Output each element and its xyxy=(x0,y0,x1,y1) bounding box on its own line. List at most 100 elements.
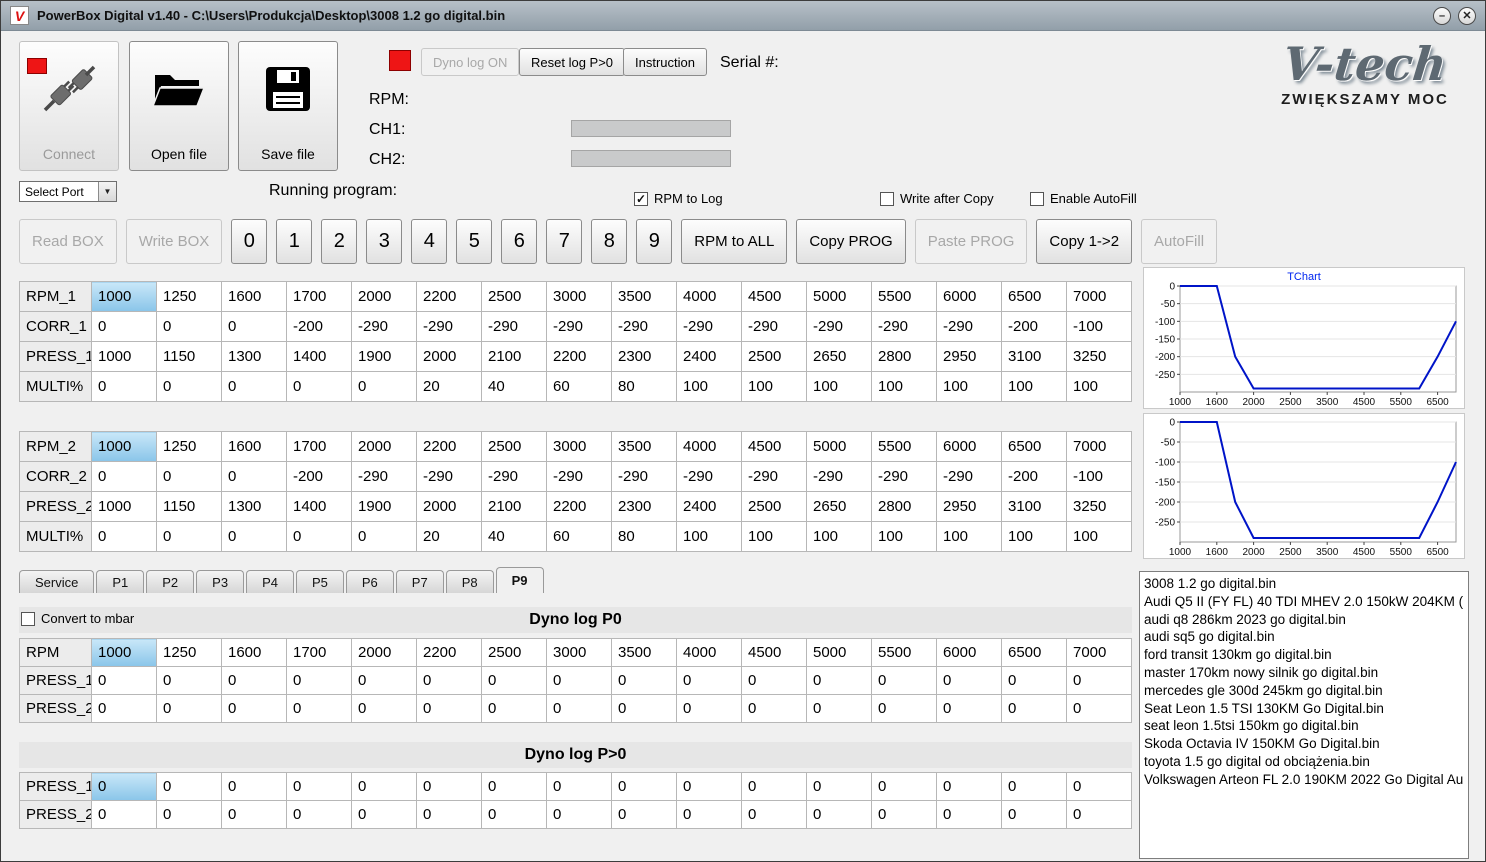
cell[interactable]: 1150 xyxy=(156,491,222,522)
digit-1-button[interactable]: 1 xyxy=(276,219,313,264)
cell[interactable]: 100 xyxy=(871,371,937,402)
cell[interactable]: -200 xyxy=(1001,311,1067,342)
cell[interactable]: 0 xyxy=(351,772,417,801)
cell[interactable]: 0 xyxy=(481,666,547,695)
cell[interactable]: 2500 xyxy=(481,638,547,667)
cell[interactable]: 0 xyxy=(221,371,287,402)
cell[interactable]: 0 xyxy=(221,800,287,829)
cell[interactable]: 3500 xyxy=(611,638,677,667)
cell[interactable]: 0 xyxy=(351,521,417,552)
cell[interactable]: 0 xyxy=(351,694,417,723)
cell[interactable]: 100 xyxy=(936,521,1002,552)
cell[interactable]: 0 xyxy=(1001,694,1067,723)
cell[interactable]: 0 xyxy=(351,800,417,829)
save-file-button[interactable]: Save file xyxy=(238,41,338,171)
cell[interactable]: 1000 xyxy=(91,638,157,667)
cell[interactable]: 0 xyxy=(936,800,1002,829)
write-after-copy-checkbox[interactable]: Write after Copy xyxy=(880,191,994,206)
cell[interactable]: 0 xyxy=(1066,772,1132,801)
cell[interactable]: 0 xyxy=(1066,800,1132,829)
cell[interactable]: 2200 xyxy=(416,281,482,312)
cell[interactable]: 0 xyxy=(611,772,677,801)
cell[interactable]: 1400 xyxy=(286,491,352,522)
cell[interactable]: 100 xyxy=(806,521,872,552)
cell[interactable]: 0 xyxy=(221,694,287,723)
digit-3-button[interactable]: 3 xyxy=(366,219,403,264)
cell[interactable]: -200 xyxy=(286,311,352,342)
cell[interactable]: 4000 xyxy=(676,638,742,667)
cell[interactable]: 2950 xyxy=(936,491,1002,522)
cell[interactable]: -290 xyxy=(936,461,1002,492)
cell[interactable]: 5000 xyxy=(806,638,872,667)
cell[interactable]: 6000 xyxy=(936,431,1002,462)
cell[interactable]: 0 xyxy=(741,772,807,801)
tab-p9[interactable]: P9 xyxy=(495,567,544,593)
tab-p3[interactable]: P3 xyxy=(196,570,245,593)
digit-0-button[interactable]: 0 xyxy=(231,219,268,264)
file-list-item[interactable]: Skoda Octavia IV 150KM Go Digital.bin xyxy=(1144,735,1464,753)
cell[interactable]: 0 xyxy=(416,666,482,695)
cell[interactable]: 1250 xyxy=(156,638,222,667)
cell[interactable]: 0 xyxy=(351,666,417,695)
tab-p8[interactable]: P8 xyxy=(445,570,494,593)
cell[interactable]: 1400 xyxy=(286,341,352,372)
cell[interactable]: 0 xyxy=(156,800,222,829)
chevron-down-icon[interactable]: ▼ xyxy=(98,182,116,201)
cell[interactable]: 0 xyxy=(286,521,352,552)
cell[interactable]: 0 xyxy=(221,521,287,552)
cell[interactable]: 1700 xyxy=(286,431,352,462)
cell[interactable]: 2200 xyxy=(416,638,482,667)
cell[interactable]: 2500 xyxy=(481,431,547,462)
cell[interactable]: 100 xyxy=(936,371,1002,402)
cell[interactable]: -200 xyxy=(1001,461,1067,492)
digit-5-button[interactable]: 5 xyxy=(456,219,493,264)
cell[interactable]: 3000 xyxy=(546,638,612,667)
cell[interactable]: 60 xyxy=(546,521,612,552)
cell[interactable]: 0 xyxy=(351,371,417,402)
enable-autofill-checkbox-box[interactable] xyxy=(1030,191,1044,206)
cell[interactable]: -290 xyxy=(741,311,807,342)
cell[interactable]: 1000 xyxy=(91,491,157,522)
cell[interactable]: 0 xyxy=(546,800,612,829)
cell[interactable]: -290 xyxy=(416,461,482,492)
file-list-item[interactable]: seat leon 1.5tsi 150km go digital.bin xyxy=(1144,717,1464,735)
cell[interactable]: 100 xyxy=(806,371,872,402)
cell[interactable]: 3000 xyxy=(546,281,612,312)
tab-p7[interactable]: P7 xyxy=(395,570,444,593)
cell[interactable]: 6500 xyxy=(1001,431,1067,462)
cell[interactable]: 0 xyxy=(871,800,937,829)
cell[interactable]: -290 xyxy=(546,311,612,342)
cell[interactable]: 0 xyxy=(611,666,677,695)
cell[interactable]: -100 xyxy=(1066,461,1132,492)
cell[interactable]: 0 xyxy=(481,772,547,801)
file-list-item[interactable]: audi q8 286km 2023 go digital.bin xyxy=(1144,611,1464,629)
cell[interactable]: 0 xyxy=(286,772,352,801)
cell[interactable]: 7000 xyxy=(1066,281,1132,312)
cell[interactable]: 2800 xyxy=(871,341,937,372)
cell[interactable]: 0 xyxy=(156,521,222,552)
cell[interactable]: 0 xyxy=(546,772,612,801)
cell[interactable]: -290 xyxy=(481,461,547,492)
cell[interactable]: 2300 xyxy=(611,341,677,372)
cell[interactable]: 3100 xyxy=(1001,341,1067,372)
cell[interactable]: 100 xyxy=(1066,371,1132,402)
cell[interactable]: 2400 xyxy=(676,491,742,522)
cell[interactable]: 20 xyxy=(416,521,482,552)
cell[interactable]: 2500 xyxy=(741,341,807,372)
file-list-item[interactable]: audi sq5 go digital.bin xyxy=(1144,628,1464,646)
cell[interactable]: 7000 xyxy=(1066,431,1132,462)
digit-6-button[interactable]: 6 xyxy=(501,219,538,264)
cell[interactable]: 4000 xyxy=(676,281,742,312)
cell[interactable]: 1250 xyxy=(156,281,222,312)
cell[interactable]: 1000 xyxy=(91,431,157,462)
cell[interactable]: 1250 xyxy=(156,431,222,462)
port-select[interactable]: Select Port ▼ xyxy=(19,181,117,202)
cell[interactable]: 1600 xyxy=(221,431,287,462)
tab-p1[interactable]: P1 xyxy=(96,570,145,593)
cell[interactable]: 100 xyxy=(741,371,807,402)
cell[interactable]: 0 xyxy=(481,694,547,723)
cell[interactable]: 0 xyxy=(156,666,222,695)
cell[interactable]: 0 xyxy=(156,694,222,723)
cell[interactable]: 0 xyxy=(156,311,222,342)
cell[interactable]: 3500 xyxy=(611,281,677,312)
